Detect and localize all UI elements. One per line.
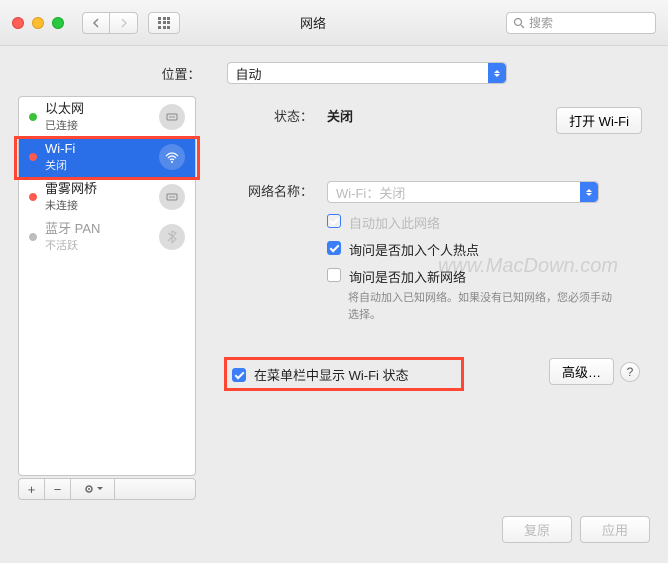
main-panel: 状态： 关闭 打开 Wi-Fi 网络名称： Wi-Fi：关闭 自动加入此网络 (212, 96, 650, 500)
add-interface-button[interactable]: + (19, 479, 45, 499)
chevron-up-down-icon (488, 63, 506, 83)
close-icon[interactable] (12, 17, 24, 29)
revert-button: 复原 (502, 516, 572, 543)
sidebar-item-wifi[interactable]: Wi-Fi 关闭 (19, 137, 195, 177)
footer: 复原 应用 (0, 500, 668, 543)
auto-join-label: 自动加入此网络 (349, 213, 440, 232)
status-dot-icon (29, 113, 37, 121)
sidebar-footer: + − (18, 478, 196, 500)
sidebar-wrap: 以太网 已连接 Wi-Fi 关闭 (18, 96, 196, 500)
wifi-icon (159, 144, 185, 170)
interface-name: 蓝牙 PAN (45, 221, 151, 237)
titlebar: 网络 搜索 (0, 0, 668, 46)
network-name-label: 网络名称： (212, 181, 327, 203)
status-dot-icon (29, 153, 37, 161)
status-dot-icon (29, 233, 37, 241)
interface-name: 以太网 (45, 101, 151, 117)
interface-name: Wi-Fi (45, 141, 151, 157)
content-area: 以太网 已连接 Wi-Fi 关闭 (0, 96, 668, 500)
ethernet-icon (159, 104, 185, 130)
network-name-select[interactable]: Wi-Fi：关闭 (327, 181, 599, 203)
ask-hotspot-label: 询问是否加入个人热点 (349, 240, 479, 259)
search-icon (513, 17, 525, 29)
location-label: 位置： (161, 64, 214, 83)
chevron-left-icon (92, 18, 100, 28)
actions-menu-button[interactable] (71, 479, 115, 499)
apply-button: 应用 (580, 516, 650, 543)
location-value: 自动 (236, 64, 262, 83)
bluetooth-icon (159, 224, 185, 250)
chevron-up-down-icon (580, 182, 598, 202)
status-dot-icon (29, 193, 37, 201)
zoom-icon[interactable] (52, 17, 64, 29)
preferences-window: 网络 搜索 位置： 自动 以太网 已连接 (0, 0, 668, 563)
ask-new-network-label: 询问是否加入新网络 (349, 267, 466, 286)
window-title: 网络 (120, 13, 506, 32)
minimize-icon[interactable] (32, 17, 44, 29)
sidebar-item-bluetooth-pan[interactable]: 蓝牙 PAN 不活跃 (19, 217, 195, 257)
interface-status: 关闭 (45, 157, 151, 173)
sidebar-item-thunderbolt-bridge[interactable]: 雷雾网桥 未连接 (19, 177, 195, 217)
status-label: 状态： (212, 106, 327, 125)
location-row: 位置： 自动 (0, 46, 668, 96)
status-value: 关闭 (327, 109, 353, 124)
ask-new-network-hint: 将自动加入已知网络。如果没有已知网络，您必须手动选择。 (212, 290, 650, 323)
interface-status: 不活跃 (45, 237, 151, 253)
interface-sidebar: 以太网 已连接 Wi-Fi 关闭 (18, 96, 196, 476)
interface-name: 雷雾网桥 (45, 181, 151, 197)
interface-status: 未连接 (45, 197, 151, 213)
auto-join-checkbox (327, 214, 341, 228)
traffic-lights (12, 17, 64, 29)
search-placeholder: 搜索 (529, 14, 553, 31)
interface-status: 已连接 (45, 117, 151, 133)
ask-hotspot-checkbox[interactable] (327, 241, 341, 255)
chevron-down-icon (97, 487, 103, 491)
network-name-value: Wi-Fi：关闭 (336, 183, 405, 202)
ask-new-network-checkbox[interactable] (327, 268, 341, 282)
thunderbolt-icon (159, 184, 185, 210)
remove-interface-button[interactable]: − (45, 479, 71, 499)
show-in-menubar-checkbox[interactable] (232, 368, 246, 382)
search-input[interactable]: 搜索 (506, 12, 656, 34)
sidebar-item-ethernet[interactable]: 以太网 已连接 (19, 97, 195, 137)
gear-icon (83, 483, 95, 495)
show-in-menubar-label: 在菜单栏中显示 Wi-Fi 状态 (254, 365, 409, 384)
location-select[interactable]: 自动 (227, 62, 507, 84)
back-button[interactable] (82, 12, 110, 34)
